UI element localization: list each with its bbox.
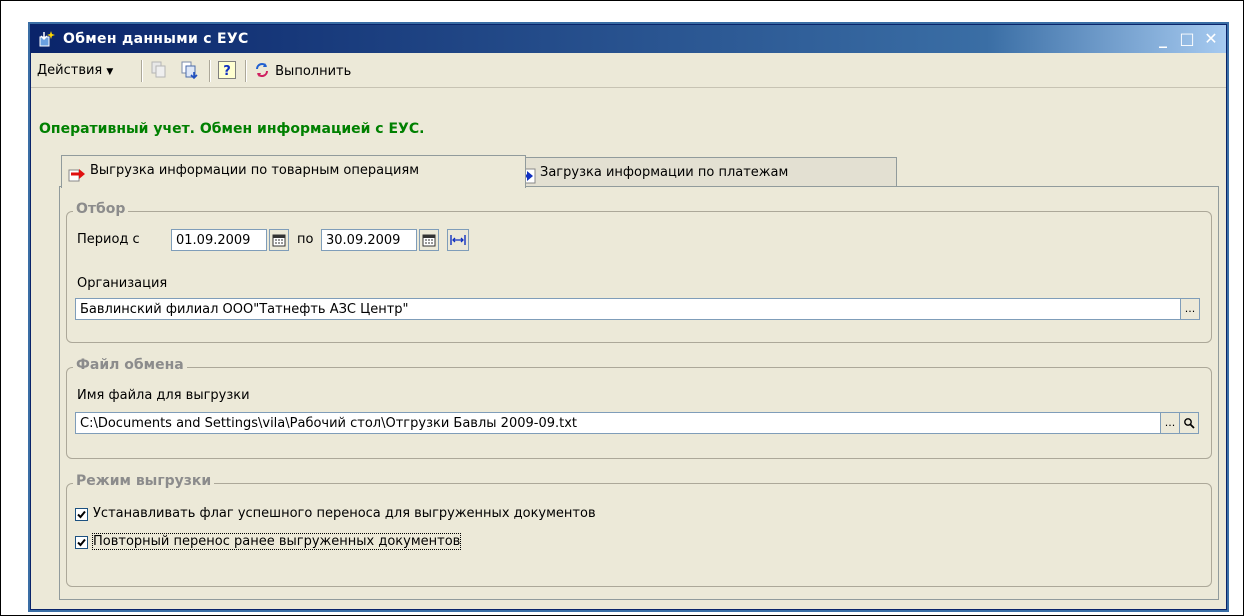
checkbox-label[interactable]: Устанавливать флаг успешного переноса дл… [93,506,596,521]
toolbar: Действия ▼ ? Выполнить [31,54,1226,88]
group-title: Режим выгрузки [73,473,215,489]
checkbox-retransfer-documents[interactable] [75,536,88,549]
organization-label: Организация [77,276,168,291]
minimize-button[interactable]: _ [1152,29,1174,49]
tab-import-payments[interactable]: Загрузка информации по платежам [511,157,897,188]
close-button[interactable]: ✕ [1200,29,1222,49]
tab-export-goods[interactable]: Выгрузка информации по товарным операция… [61,155,526,188]
title-bar[interactable]: Обмен данными с ЕУС _ □ ✕ [31,25,1226,53]
actions-menu-label: Действия [37,63,103,78]
group-title: Отбор [73,201,129,217]
paste-icon[interactable] [179,60,199,80]
toolbar-separator [141,60,143,82]
chevron-down-icon: ▼ [106,67,114,77]
export-mode-group: Режим выгрузки Устанавливать флаг успешн… [66,473,1212,587]
group-title: Файл обмена [73,357,187,373]
period-from-field[interactable]: 01.09.2009 [171,229,267,251]
toolbar-separator [245,60,247,82]
search-icon[interactable] [1179,412,1199,434]
period-select-icon[interactable] [447,229,469,251]
refresh-icon [253,61,271,79]
checkbox-set-transfer-flag[interactable] [75,508,88,521]
period-to-label: по [297,232,314,247]
arrow-right-red-icon [68,164,86,182]
file-group: Файл обмена Имя файла для выгрузки C:\Do… [66,357,1212,459]
filename-select-button[interactable]: ... [1160,412,1180,434]
period-from-label: Период с [77,232,140,247]
tab-panel: Отбор Период с 01.09.2009 по 30.09.2009 [59,186,1219,600]
tab-label: Загрузка информации по платежам [540,165,789,180]
tab-label: Выгрузка информации по товарным операция… [90,163,420,178]
page-title: Оперативный учет. Обмен информацией с ЕУ… [39,121,425,137]
filename-label: Имя файла для выгрузки [77,388,250,403]
filter-group: Отбор Период с 01.09.2009 по 30.09.2009 [66,201,1212,343]
dialog-window: Обмен данными с ЕУС _ □ ✕ Действия ▼ ? В… [30,24,1227,610]
calendar-icon[interactable] [419,229,439,251]
help-icon[interactable]: ? [217,60,237,80]
filename-field[interactable]: C:\Documents and Settings\vila\Рабочий с… [75,412,1161,434]
maximize-button[interactable]: □ [1176,29,1198,49]
checkbox-label[interactable]: Повторный перенос ранее выгруженных доку… [91,533,462,550]
execute-button[interactable]: Выполнить [253,61,351,81]
toolbar-separator [209,60,211,82]
window-title: Обмен данными с ЕУС [63,31,249,47]
calendar-icon[interactable] [269,229,289,251]
copy-disabled-icon[interactable] [149,60,169,80]
actions-menu[interactable]: Действия ▼ [37,61,113,81]
organization-field[interactable]: Бавлинский филиал ООО"Татнефть АЗС Центр… [75,298,1181,320]
execute-label: Выполнить [275,64,352,79]
period-to-field[interactable]: 30.09.2009 [321,229,417,251]
exchange-app-icon [38,30,56,48]
organization-select-button[interactable]: ... [1180,298,1200,320]
help-glyph: ? [223,64,231,79]
